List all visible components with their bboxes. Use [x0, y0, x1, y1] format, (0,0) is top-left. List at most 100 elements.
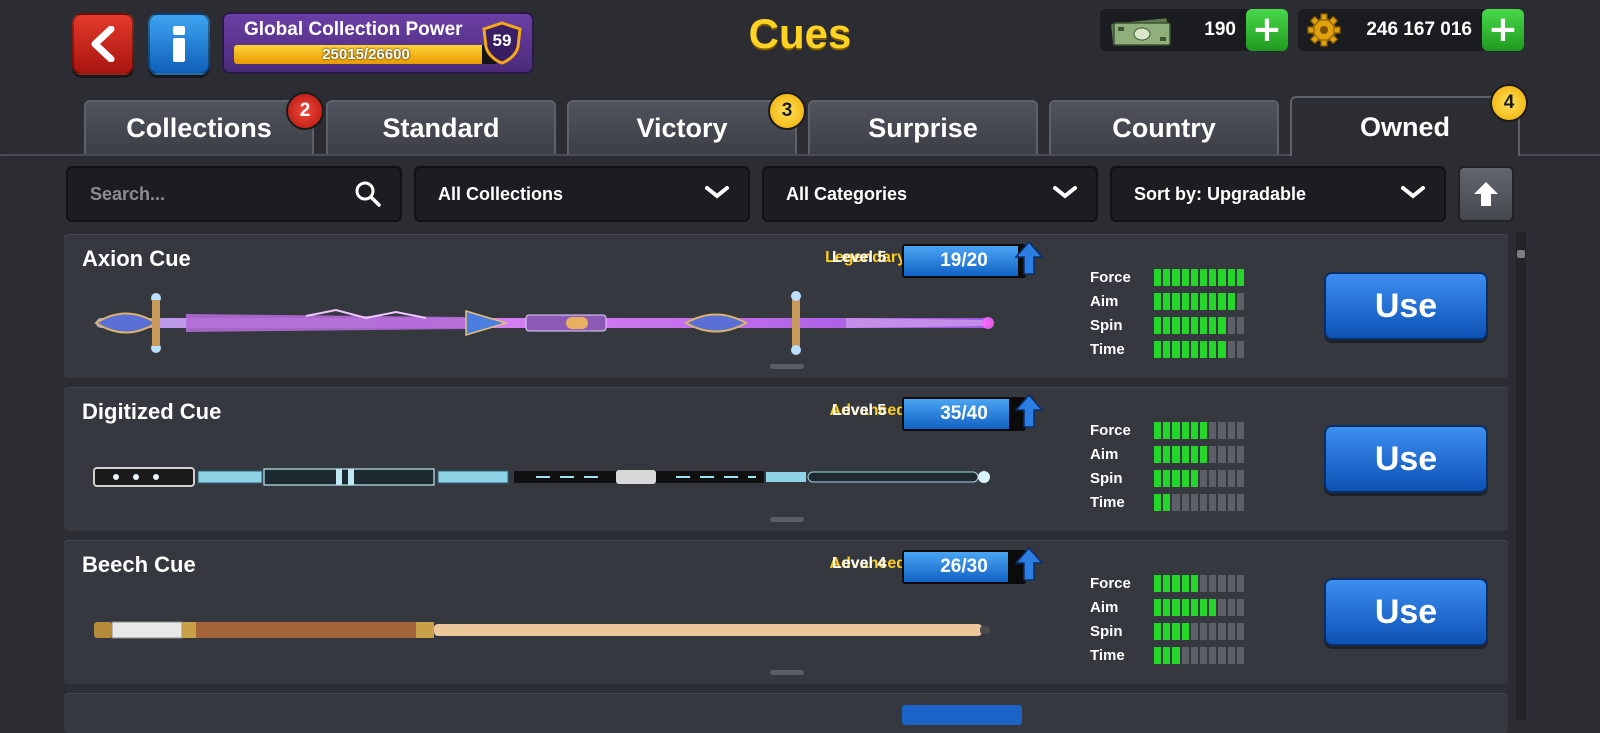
- tab-owned-badge: 4: [1490, 84, 1528, 122]
- stat-segment: [1218, 341, 1226, 358]
- stat-segment: [1200, 269, 1208, 286]
- tab-surprise[interactable]: Surprise: [808, 100, 1038, 154]
- cash-value: 190: [1204, 19, 1236, 40]
- stat-segment: [1154, 599, 1162, 616]
- chevron-down-icon: [705, 186, 729, 199]
- use-button[interactable]: Use: [1324, 272, 1488, 340]
- stat-segment: [1209, 494, 1217, 511]
- use-button[interactable]: Use: [1324, 425, 1488, 493]
- tab-victory[interactable]: Victory: [567, 100, 797, 154]
- digitized-cue-image: [93, 467, 990, 487]
- cue-card-axion[interactable]: Axion Cue Legendary Level 5 19/20 Force …: [64, 234, 1508, 378]
- gear-coin-icon: [1307, 13, 1341, 47]
- cue-stats: Force Aim Spin Time: [1090, 419, 1270, 515]
- stat-segment: [1181, 317, 1189, 334]
- stat-segment: [1163, 317, 1171, 334]
- cue-stats: Force Aim Spin Time: [1090, 572, 1270, 668]
- tab-standard[interactable]: Standard: [326, 100, 556, 154]
- info-button[interactable]: [148, 13, 210, 75]
- stat-segment: [1163, 599, 1171, 616]
- stat-segment: [1200, 422, 1208, 439]
- stat-segment: [1236, 494, 1245, 511]
- global-collection-power-value: 25015/26600: [322, 46, 410, 63]
- stat-segment: [1218, 293, 1226, 310]
- expand-handle[interactable]: [770, 670, 804, 675]
- add-cash-button[interactable]: +: [1246, 9, 1288, 51]
- filter-bar: Search... All Collections All Categories…: [0, 166, 1600, 222]
- stat-segment: [1181, 293, 1189, 310]
- cue-name: Digitized Cue: [82, 399, 222, 424]
- cash-icon: [1111, 18, 1171, 46]
- add-coins-button[interactable]: +: [1482, 9, 1524, 51]
- scrollbar-thumb[interactable]: [1517, 250, 1525, 258]
- tab-country[interactable]: Country: [1049, 100, 1279, 154]
- upgrade-arrow-icon[interactable]: [1014, 546, 1044, 582]
- stat-segment: [1154, 341, 1162, 358]
- stat-segment: [1172, 575, 1180, 592]
- expand-handle[interactable]: [770, 517, 804, 522]
- tab-collections[interactable]: Collections: [84, 100, 314, 154]
- search-input[interactable]: Search...: [66, 166, 402, 222]
- stat-time: Time: [1090, 644, 1270, 668]
- stat-aim: Aim: [1090, 443, 1270, 467]
- stat-segment: [1200, 575, 1208, 592]
- stat-segment: [1172, 317, 1180, 334]
- stat-segment: [1209, 647, 1217, 664]
- stat-bar: [1154, 341, 1245, 358]
- stat-segment: [1172, 599, 1180, 616]
- stat-segment: [1181, 269, 1189, 286]
- stat-segment: [1172, 494, 1180, 511]
- stat-segment: [1181, 341, 1189, 358]
- use-button[interactable]: Use: [1324, 578, 1488, 646]
- stat-segment: [1236, 446, 1245, 463]
- stat-bar: [1154, 623, 1245, 640]
- stat-segment: [1181, 575, 1189, 592]
- stat-bar: [1154, 647, 1245, 664]
- expand-handle[interactable]: [770, 364, 804, 369]
- stat-spin: Spin: [1090, 467, 1270, 491]
- global-collection-power-panel[interactable]: Global Collection Power 25015/26600 59: [222, 12, 534, 74]
- upgrade-arrow-icon[interactable]: [1014, 240, 1044, 276]
- cue-upgrade-progress: 26/30: [902, 550, 1026, 584]
- stat-segment: [1209, 599, 1217, 616]
- stat-segment: [1190, 623, 1199, 640]
- sort-direction-button[interactable]: [1458, 166, 1514, 222]
- stat-segment: [1172, 647, 1180, 664]
- tab-owned[interactable]: Owned: [1290, 96, 1520, 156]
- back-button[interactable]: [72, 13, 134, 75]
- scrollbar[interactable]: [1516, 232, 1526, 720]
- stat-segment: [1227, 269, 1235, 286]
- stat-segment: [1218, 575, 1226, 592]
- stat-segment: [1163, 422, 1171, 439]
- collection-level-shield: 59: [480, 21, 524, 65]
- collections-dropdown[interactable]: All Collections: [414, 166, 750, 222]
- stat-segment: [1218, 623, 1226, 640]
- stat-label: Aim: [1090, 599, 1119, 616]
- stat-segment: [1200, 647, 1208, 664]
- stat-time: Time: [1090, 491, 1270, 515]
- stat-segment: [1227, 470, 1235, 487]
- stat-segment: [1190, 293, 1199, 310]
- stat-segment: [1209, 623, 1217, 640]
- cue-card-next[interactable]: [64, 693, 1508, 733]
- stat-segment: [1236, 599, 1245, 616]
- sort-dropdown[interactable]: Sort by: Upgradable: [1110, 166, 1446, 222]
- stat-segment: [1181, 599, 1189, 616]
- cue-upgrade-progress-text: 26/30: [940, 556, 988, 577]
- stat-segment: [1190, 341, 1199, 358]
- stat-label: Force: [1090, 422, 1131, 439]
- stat-segment: [1200, 446, 1208, 463]
- cue-stats: Force Aim Spin Time: [1090, 266, 1270, 362]
- cue-card-beech[interactable]: Beech Cue Advanced Level 4 26/30 Force A…: [64, 540, 1508, 684]
- stat-segment: [1163, 470, 1171, 487]
- arrow-up-icon: [1474, 182, 1498, 206]
- stat-segment: [1218, 494, 1226, 511]
- cue-card-digitized[interactable]: Digitized Cue Advanced Level 5 35/40 For…: [64, 387, 1508, 531]
- chevron-down-icon: [1053, 186, 1077, 199]
- stat-segment: [1227, 494, 1235, 511]
- stat-segment: [1218, 599, 1226, 616]
- stat-segment: [1190, 470, 1199, 487]
- upgrade-arrow-icon[interactable]: [1014, 393, 1044, 429]
- categories-dropdown[interactable]: All Categories: [762, 166, 1098, 222]
- tab-collections-badge: 2: [286, 92, 324, 130]
